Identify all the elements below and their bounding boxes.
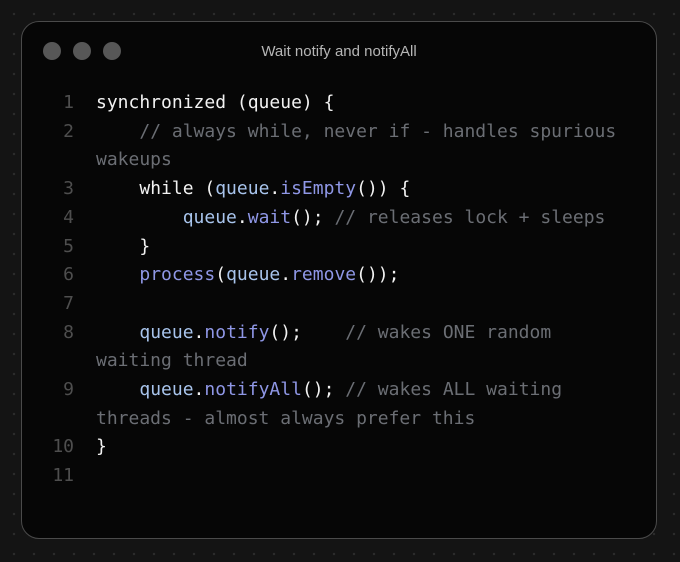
line-number: 1: [63, 92, 74, 113]
code-line-text: process(queue.remove());: [96, 261, 656, 290]
code-line: 8 queue.notify(); // wakes ONE random wa…: [22, 319, 656, 376]
code-variable: queue: [215, 178, 270, 200]
code-token: (: [215, 264, 227, 286]
line-number: 11: [52, 465, 74, 487]
code-line-text: synchronized (queue) {: [96, 89, 656, 118]
window-title: Wait notify and notifyAll: [261, 43, 417, 60]
line-number: 2: [63, 120, 74, 142]
code-comment: // releases lock + sleeps: [334, 206, 606, 228]
code-variable: queue: [139, 379, 194, 401]
code-token: .: [280, 264, 292, 286]
code-token: synchronized (queue) {: [96, 92, 335, 113]
line-number: 6: [63, 264, 74, 286]
code-token: ();: [291, 206, 335, 228]
line-number: 5: [63, 235, 74, 257]
code-line: 6 process(queue.remove());: [22, 261, 656, 290]
code-line: 3 while (queue.isEmpty()) {: [22, 175, 656, 204]
code-variable: queue: [182, 206, 237, 228]
code-line: 5 }: [22, 233, 656, 262]
code-method: isEmpty: [280, 178, 357, 200]
code-token: ()) {: [356, 178, 411, 200]
code-comment: // always while, never if - handles spur…: [96, 120, 628, 171]
code-editor[interactable]: 1 synchronized (queue) { 2 // always while…: [22, 89, 656, 491]
code-method: process: [139, 264, 216, 286]
code-method: notify: [204, 321, 270, 343]
code-token: .: [193, 321, 205, 343]
code-token: while (: [96, 178, 216, 200]
code-line: 1 synchronized (queue) {: [22, 89, 656, 118]
line-number: 9: [63, 379, 74, 401]
code-method: remove: [291, 264, 357, 286]
code-variable: queue: [139, 321, 194, 343]
code-line-text: // always while, never if - handles spur…: [96, 118, 656, 175]
line-number: 7: [63, 292, 74, 314]
code-line-text: [96, 290, 656, 319]
code-token: }: [96, 436, 107, 458]
code-variable: queue: [226, 264, 281, 286]
code-line-text: queue.notify(); // wakes ONE random wait…: [96, 319, 656, 376]
code-line: 2 // always while, never if - handles sp…: [22, 118, 656, 175]
code-token: .: [269, 178, 281, 200]
code-method: wait: [247, 206, 292, 228]
code-token: }: [96, 235, 151, 257]
code-token: ();: [301, 379, 346, 401]
window-titlebar: Wait notify and notifyAll: [22, 22, 656, 82]
line-number: 4: [63, 206, 74, 228]
code-line-text: queue.notifyAll(); // wakes ALL waiting …: [96, 376, 656, 433]
code-window: Wait notify and notifyAll 1 synchronized …: [21, 21, 657, 539]
line-number: 3: [63, 178, 74, 200]
code-line-text: [96, 462, 656, 491]
code-line: 10}: [22, 433, 656, 462]
code-method: notifyAll: [204, 379, 302, 401]
code-line: 9 queue.notifyAll(); // wakes ALL waitin…: [22, 376, 656, 433]
code-token: ();: [269, 321, 346, 343]
code-token: ());: [356, 264, 400, 286]
code-line: 4 queue.wait(); // releases lock + sleep…: [22, 204, 656, 233]
code-token: .: [193, 379, 205, 401]
code-line: 7: [22, 290, 656, 319]
line-number: 10: [52, 436, 74, 458]
code-token: .: [236, 206, 248, 228]
code-line-text: }: [96, 433, 656, 462]
line-number: 8: [63, 321, 74, 343]
code-line: 11: [22, 462, 656, 491]
code-line-text: while (queue.isEmpty()) {: [96, 175, 656, 204]
code-line-text: queue.wait(); // releases lock + sleeps: [96, 204, 656, 233]
code-line-text: }: [96, 233, 656, 262]
